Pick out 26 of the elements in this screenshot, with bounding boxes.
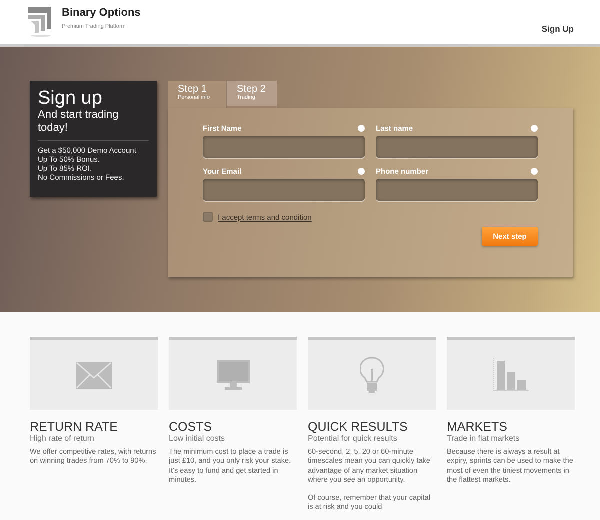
bar-chart-icon xyxy=(493,358,529,392)
input-field[interactable] xyxy=(376,136,538,158)
help-icon[interactable] xyxy=(358,168,365,175)
feature-title: COSTS xyxy=(169,421,214,434)
feature-subtitle: Trade in flat markets xyxy=(447,434,521,444)
envelope-icon xyxy=(76,362,112,388)
feature-title: RETURN RATE xyxy=(30,421,119,434)
help-icon[interactable] xyxy=(358,125,365,132)
sign-up-link[interactable]: Sign Up xyxy=(542,24,574,34)
feature-subtitle: Potential for quick results xyxy=(308,434,398,444)
promo-subtitle: And start trading today! xyxy=(38,109,149,141)
feature-subtitle: High rate of return xyxy=(30,434,96,444)
logo-icon xyxy=(28,7,54,37)
help-icon[interactable] xyxy=(531,125,538,132)
promo-title: Sign up xyxy=(38,89,104,109)
help-icon[interactable] xyxy=(531,168,538,175)
terms-checkbox[interactable] xyxy=(203,212,213,222)
feature-title: QUICK RESULTS xyxy=(308,421,409,434)
monitor-icon xyxy=(216,360,250,390)
input-field[interactable] xyxy=(203,136,365,158)
input-field[interactable] xyxy=(203,179,365,201)
input-field[interactable] xyxy=(376,179,538,201)
lightbulb-icon xyxy=(360,356,384,394)
feature-subtitle: Low initial costs xyxy=(169,434,226,444)
feature-title: MARKETS xyxy=(447,421,508,434)
brand-name: Binary Options xyxy=(62,7,141,19)
